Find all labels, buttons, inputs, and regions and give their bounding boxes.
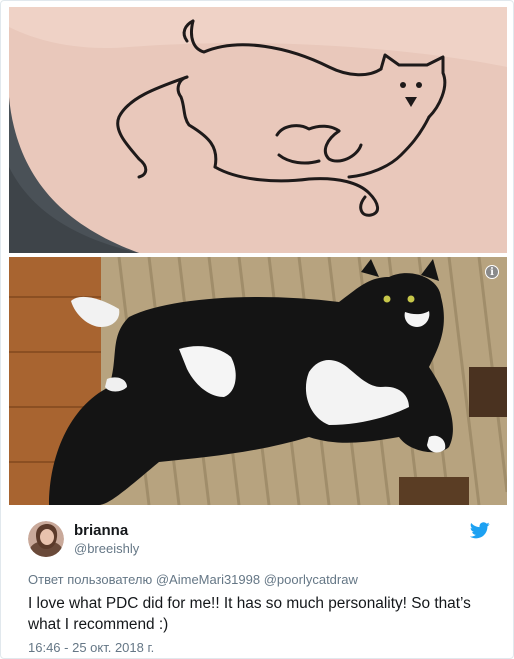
user-handle[interactable]: @breeishly	[74, 540, 139, 557]
tweet-card: i brianna @breeishly Ответ пользователю …	[0, 0, 514, 659]
info-icon[interactable]: i	[485, 265, 499, 279]
cat-photo[interactable]: i	[9, 257, 507, 505]
reply-prefix: Ответ пользователю	[28, 572, 153, 587]
mention-link[interactable]: @poorlycatdraw	[264, 572, 358, 587]
tweet-header: brianna @breeishly	[28, 519, 498, 559]
twitter-bird-icon[interactable]	[470, 522, 490, 539]
user-names: brianna @breeishly	[74, 522, 139, 557]
tattoo-photo[interactable]	[9, 7, 507, 253]
display-name[interactable]: brianna	[74, 522, 139, 540]
tweet-text: I love what PDC did for me!! It has so m…	[28, 595, 471, 633]
mention-link[interactable]: @AimeMari31998	[156, 572, 260, 587]
reply-context: Ответ пользователю @AimeMari31998 @poorl…	[28, 572, 358, 587]
timestamp[interactable]: 16:46 - 25 окт. 2018 г.	[28, 640, 154, 655]
avatar[interactable]	[28, 521, 64, 557]
tweet-media[interactable]: i	[9, 7, 507, 505]
